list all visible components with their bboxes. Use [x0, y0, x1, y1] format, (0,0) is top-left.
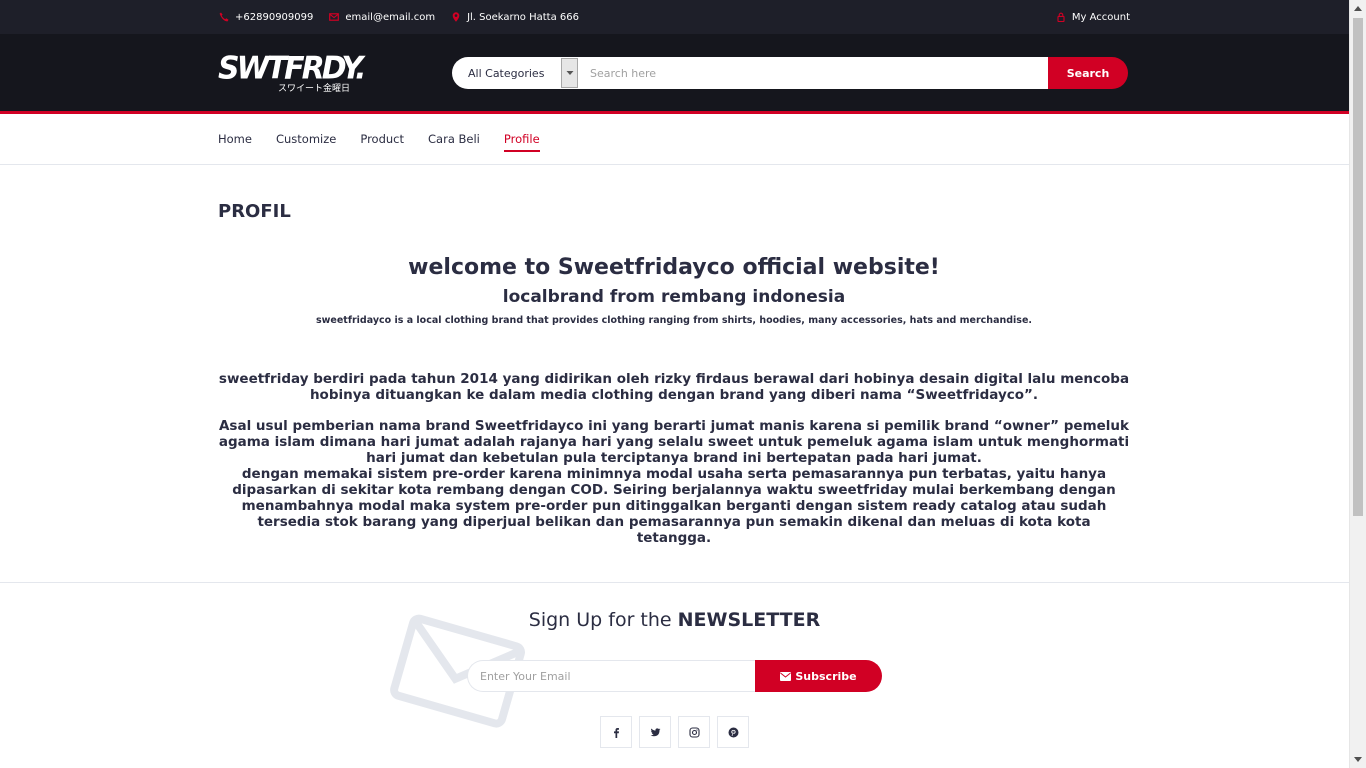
profile-section: PROFIL welcome to Sweetfridayco official…: [0, 165, 1349, 583]
header: SWTFRDY. スワイート金曜日 All Categories Search: [0, 34, 1349, 114]
twitter-link[interactable]: [639, 716, 671, 748]
logo[interactable]: SWTFRDY. スワイート金曜日: [218, 49, 366, 96]
instagram-icon: [688, 726, 700, 738]
my-account-link[interactable]: My Account: [1055, 11, 1130, 23]
address-text: Jl. Soekarno Hatta 666: [467, 11, 579, 23]
nav-product[interactable]: Product: [360, 128, 404, 150]
history-paragraph: sweetfriday berdiri pada tahun 2014 yang…: [218, 371, 1130, 403]
category-select[interactable]: All Categories: [452, 57, 578, 89]
top-bar: +62890909099 email@email.com Jl. Soekarn…: [0, 0, 1349, 34]
logo-text: SWTFRDY.: [218, 49, 366, 87]
search-input[interactable]: [578, 57, 1048, 89]
welcome-heading: welcome to Sweetfridayco official websit…: [408, 255, 940, 280]
nav-customize[interactable]: Customize: [276, 128, 336, 150]
email-link[interactable]: email@email.com: [328, 11, 435, 23]
contact-links: +62890909099 email@email.com Jl. Soekarn…: [218, 11, 594, 23]
brand-description: sweetfridayco is a local clothing brand …: [315, 315, 1033, 326]
nav-cara-beli[interactable]: Cara Beli: [428, 128, 480, 150]
scrollbar[interactable]: [1349, 0, 1366, 768]
subscribe-button[interactable]: Subscribe: [755, 660, 882, 692]
newsletter-title-prefix: Sign Up for the: [528, 609, 672, 631]
growth-paragraph: dengan memakai sistem pre-order karena m…: [232, 466, 1116, 546]
scrollbar-thumb[interactable]: [1353, 18, 1363, 516]
chevron-down-icon[interactable]: [561, 58, 578, 88]
address-link[interactable]: Jl. Soekarno Hatta 666: [450, 11, 579, 23]
tagline: localbrand from rembang indonesia: [502, 287, 846, 307]
newsletter-title-bold: NEWSLETTER: [677, 609, 821, 631]
nav-home[interactable]: Home: [218, 128, 252, 150]
facebook-link[interactable]: [600, 716, 632, 748]
newsletter-form: Subscribe: [467, 660, 882, 692]
newsletter-title: Sign Up for the NEWSLETTER: [0, 609, 1349, 631]
envelope-icon: [780, 671, 792, 681]
email-text: email@email.com: [345, 11, 436, 23]
map-marker-icon: [450, 11, 462, 23]
page-title: PROFIL: [218, 201, 291, 222]
newsletter-section: Sign Up for the NEWSLETTER Subscribe: [0, 583, 1349, 768]
nav-profile[interactable]: Profile: [503, 128, 540, 152]
search-button[interactable]: Search: [1048, 57, 1128, 89]
envelope-icon: [328, 11, 340, 23]
subscribe-label: Subscribe: [795, 669, 857, 683]
instagram-link[interactable]: [678, 716, 710, 748]
scroll-down-arrow-icon[interactable]: [1350, 751, 1366, 768]
my-account-text: My Account: [1071, 11, 1130, 23]
main-nav: Home Customize Product Cara Beli Profile: [0, 114, 1349, 165]
phone-text: +62890909099: [235, 11, 314, 23]
social-links: [600, 716, 756, 748]
pinterest-link[interactable]: [717, 716, 749, 748]
search-form: All Categories Search: [452, 57, 1128, 89]
category-selected: All Categories: [468, 66, 545, 80]
phone-link[interactable]: +62890909099: [218, 11, 313, 23]
phone-icon: [218, 11, 230, 23]
page: +62890909099 email@email.com Jl. Soekarn…: [0, 0, 1349, 768]
pinterest-icon: [728, 727, 738, 737]
facebook-icon: [613, 727, 619, 738]
newsletter-email-input[interactable]: [467, 660, 755, 692]
user-icon: [1055, 11, 1067, 23]
twitter-icon: [649, 727, 660, 736]
name-origin-paragraph: Asal usul pemberian nama brand Sweetfrid…: [218, 418, 1130, 466]
scroll-up-arrow-icon[interactable]: [1350, 0, 1366, 17]
